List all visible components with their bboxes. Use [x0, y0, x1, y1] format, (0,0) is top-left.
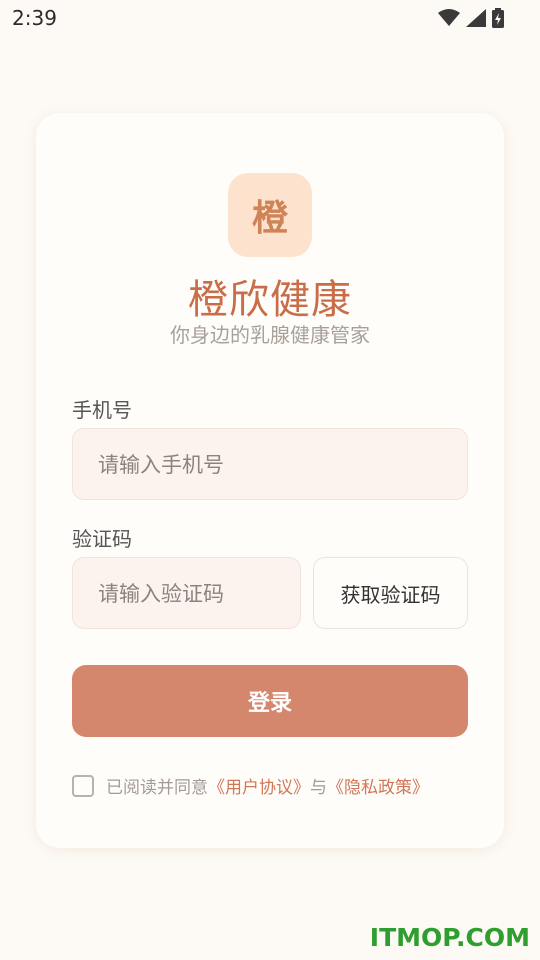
code-label: 验证码: [72, 527, 132, 551]
watermark: ITMOP.COM: [369, 923, 530, 952]
privacy-policy-link[interactable]: 《隐私政策》: [327, 773, 429, 798]
logo-char: 橙: [251, 198, 288, 239]
app-subtitle: 你身边的乳腺健康管家: [170, 323, 370, 347]
login-card: 橙 橙欣健康 你身边的乳腺健康管家 手机号 请输入手机号 验证码 请输入验证码 …: [36, 113, 504, 848]
status-icons: [438, 8, 504, 28]
status-bar: 2:39: [0, 0, 540, 36]
app-title: 橙欣健康: [188, 277, 352, 323]
battery-charging-icon: [492, 8, 504, 28]
agreement-checkbox[interactable]: [72, 774, 94, 797]
cellular-signal-icon: [466, 9, 486, 27]
phone-placeholder: 请输入手机号: [98, 453, 224, 477]
app-logo: 橙: [228, 173, 312, 257]
agreement-conjunction: 与: [310, 778, 327, 798]
login-button[interactable]: 登录: [72, 665, 468, 737]
phone-input[interactable]: 请输入手机号: [72, 428, 468, 500]
user-agreement-link[interactable]: 《用户协议》: [208, 773, 310, 798]
code-placeholder: 请输入验证码: [98, 582, 224, 606]
get-code-button[interactable]: 获取验证码: [313, 557, 468, 629]
wifi-icon: [438, 9, 460, 26]
agreement-prefix: 已阅读并同意: [106, 778, 208, 798]
status-time: 2:39: [12, 6, 57, 30]
agreement-row: 已阅读并同意 《用户协议》 与 《隐私政策》: [72, 773, 429, 798]
phone-label: 手机号: [72, 398, 132, 422]
code-input[interactable]: 请输入验证码: [72, 557, 301, 629]
